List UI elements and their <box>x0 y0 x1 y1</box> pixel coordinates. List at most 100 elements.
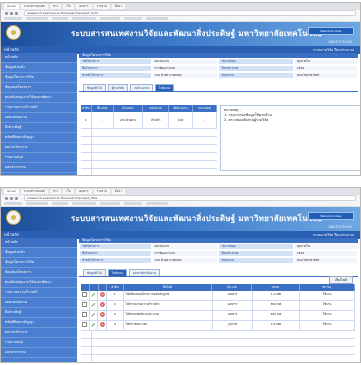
sidebar-item[interactable]: รายงานความก้าวหน้า <box>1 288 77 298</box>
table-row[interactable]: 1 - นาย ตัวอย่าง หัวหน้า 100 - <box>81 112 217 129</box>
form-value[interactable]: คณะวิทยาศาสตร์ <box>293 257 358 264</box>
welcome-badge[interactable]: Welcome User <box>308 27 354 35</box>
bookmark[interactable] <box>100 17 120 20</box>
sidebar-item[interactable]: หน้าหลัก <box>1 53 77 63</box>
form-value[interactable]: ทุนภายใน <box>293 58 358 65</box>
bookmark[interactable] <box>26 202 48 205</box>
sidebar-item[interactable]: ออกจากระบบ <box>1 163 77 173</box>
browser-tab[interactable]: เว็บ <box>63 4 74 9</box>
table-row[interactable] <box>81 331 355 339</box>
form-value[interactable]: 2561 <box>293 65 358 72</box>
browser-tab[interactable]: เว็บ <box>63 189 74 194</box>
sidebar-item[interactable]: เผยแพร่ผลงาน <box>1 298 77 308</box>
welcome-badge[interactable]: Welcome User <box>308 212 354 220</box>
table-row[interactable]: 3 ไฟล์แบบฟอร์มงบประมาณ เอกสาร 640 KB ใช้… <box>81 311 355 321</box>
sidebar-item[interactable]: หน้าหลัก <box>1 238 77 248</box>
sidebar-item[interactable]: เผยแพร่ผลงาน <box>1 113 77 123</box>
form-value[interactable]: การพัฒนาระบบ <box>151 250 219 257</box>
back-icon[interactable] <box>5 196 8 200</box>
browser-tab[interactable]: เอกสาร <box>75 4 92 9</box>
logout-link[interactable]: ออกจากระบบ <box>328 38 352 45</box>
bookmark[interactable] <box>4 202 22 205</box>
tab-budget[interactable]: งบประมาณ <box>129 84 153 91</box>
bookmark[interactable] <box>52 202 68 205</box>
delete-icon[interactable] <box>98 311 108 320</box>
sidebar-item[interactable]: ทุนสนับสนุนงานวิจัยและพัฒนา <box>1 93 77 103</box>
browser-tab[interactable]: ข่าว <box>49 4 62 9</box>
sidebar-item[interactable]: ทรัพย์สินทางปัญญา <box>1 318 77 328</box>
file-link[interactable]: ไฟล์แบบฟอร์มงบประมาณ <box>124 311 214 320</box>
bookmark[interactable] <box>124 202 142 205</box>
form-value[interactable]: นาย ตัวอย่าง ทดสอบ <box>151 72 219 79</box>
reload-icon[interactable] <box>15 11 18 15</box>
tab-researchers[interactable]: ผู้ร่วมวิจัย <box>107 84 128 91</box>
sidebar-item[interactable]: รายงานความก้าวหน้า <box>1 103 77 113</box>
forward-icon[interactable] <box>10 196 13 200</box>
form-value[interactable]: คณะวิทยาศาสตร์ <box>293 72 358 79</box>
browser-tab[interactable]: ตั้งค่า <box>111 4 125 9</box>
bookmark[interactable] <box>124 17 142 20</box>
forward-icon[interactable] <box>10 11 13 15</box>
sidebar-item[interactable]: ข้อเสนอโครงการ <box>1 268 77 278</box>
bookmark[interactable] <box>146 202 168 205</box>
sidebar-item[interactable]: ข้อมูลส่วนตัว <box>1 63 77 73</box>
sidebar-item[interactable]: ข้อเสนอโครงการ <box>1 83 77 93</box>
bookmark[interactable] <box>4 17 22 20</box>
add-file-button[interactable]: เพิ่มไฟล์ <box>329 276 353 284</box>
sidebar-item[interactable]: ทรัพย์สินทางปัญญา <box>1 133 77 143</box>
delete-icon[interactable] <box>98 291 108 300</box>
delete-icon[interactable] <box>98 321 108 330</box>
browser-tab[interactable]: ระบบสารสนเทศ <box>20 189 48 194</box>
bookmark[interactable] <box>52 17 68 20</box>
browser-tab[interactable]: เอกสาร <box>75 189 92 194</box>
table-row[interactable] <box>81 137 217 145</box>
form-value[interactable]: RP-00125 <box>151 243 219 250</box>
sidebar-item[interactable]: ข้อมูลโครงการวิจัย <box>1 258 77 268</box>
url-input[interactable]: eresearch.example.ac.th/research/project… <box>24 10 356 16</box>
back-icon[interactable] <box>5 11 8 15</box>
reload-icon[interactable] <box>15 196 18 200</box>
sidebar-item[interactable]: ทุนสนับสนุนงานวิจัยและพัฒนา <box>1 278 77 288</box>
table-row[interactable] <box>81 129 217 137</box>
logout-link[interactable]: ออกจากระบบ <box>328 223 352 230</box>
checkbox-cell[interactable] <box>81 301 90 310</box>
bookmark[interactable] <box>72 17 96 20</box>
table-row[interactable] <box>81 161 217 169</box>
bookmark[interactable] <box>100 202 120 205</box>
sidebar-item[interactable]: ข้อมูลส่วนตัว <box>1 248 77 258</box>
file-link[interactable]: ไฟล์รายงานความก้าวหน้า <box>124 301 214 310</box>
bookmark[interactable] <box>72 202 96 205</box>
tab-results[interactable]: ผลการดำเนินงาน <box>129 269 160 276</box>
tab-attachments[interactable]: ไฟล์แนบ <box>154 84 175 91</box>
browser-tab[interactable]: รายงาน <box>93 4 110 9</box>
checkbox-cell[interactable] <box>81 291 90 300</box>
tab-general[interactable]: ข้อมูลทั่วไป <box>83 84 106 91</box>
file-link[interactable]: ไฟล์ข้อเสนอโครงการฉบับสมบูรณ์ <box>124 291 214 300</box>
edit-icon[interactable] <box>90 311 99 320</box>
tab-general[interactable]: ข้อมูลทั่วไป <box>83 269 106 276</box>
edit-icon[interactable] <box>90 301 99 310</box>
sidebar-item[interactable]: ผลงานวิชาการ <box>1 143 77 153</box>
browser-tab[interactable]: ระบบสารสนเทศ <box>20 4 48 9</box>
table-row[interactable]: 1 ไฟล์ข้อเสนอโครงการฉบับสมบูรณ์ เอกสาร 1… <box>81 291 355 301</box>
sidebar-item[interactable]: สิ่งประดิษฐ์ <box>1 308 77 318</box>
table-row[interactable] <box>81 153 217 161</box>
url-input[interactable]: eresearch.example.ac.th/research/project… <box>24 195 356 201</box>
browser-tab[interactable]: ตั้งค่า <box>111 189 125 194</box>
file-link[interactable]: ไฟล์ภาพประกอบ <box>124 321 214 330</box>
browser-tab[interactable]: รายงาน <box>93 189 110 194</box>
browser-tab[interactable]: Gmail <box>4 189 19 194</box>
bookmark[interactable] <box>26 17 48 20</box>
sidebar-item[interactable]: รายงานสรุป <box>1 153 77 163</box>
sidebar-item[interactable]: ออกจากระบบ <box>1 348 77 358</box>
table-row[interactable] <box>81 339 355 347</box>
browser-tab[interactable]: Gmail <box>4 4 19 9</box>
form-value[interactable]: นาย ตัวอย่าง ทดสอบ <box>151 257 219 264</box>
form-value[interactable]: RP-00125 <box>151 58 219 65</box>
form-value[interactable]: ทุนภายใน <box>293 243 358 250</box>
table-row[interactable]: 2 ไฟล์รายงานความก้าวหน้า เอกสาร 850 KB ใ… <box>81 301 355 311</box>
bookmark[interactable] <box>146 17 168 20</box>
sidebar-item[interactable]: ผลงานวิชาการ <box>1 328 77 338</box>
form-value[interactable]: การพัฒนาระบบ <box>151 65 219 72</box>
table-row[interactable] <box>81 145 217 153</box>
